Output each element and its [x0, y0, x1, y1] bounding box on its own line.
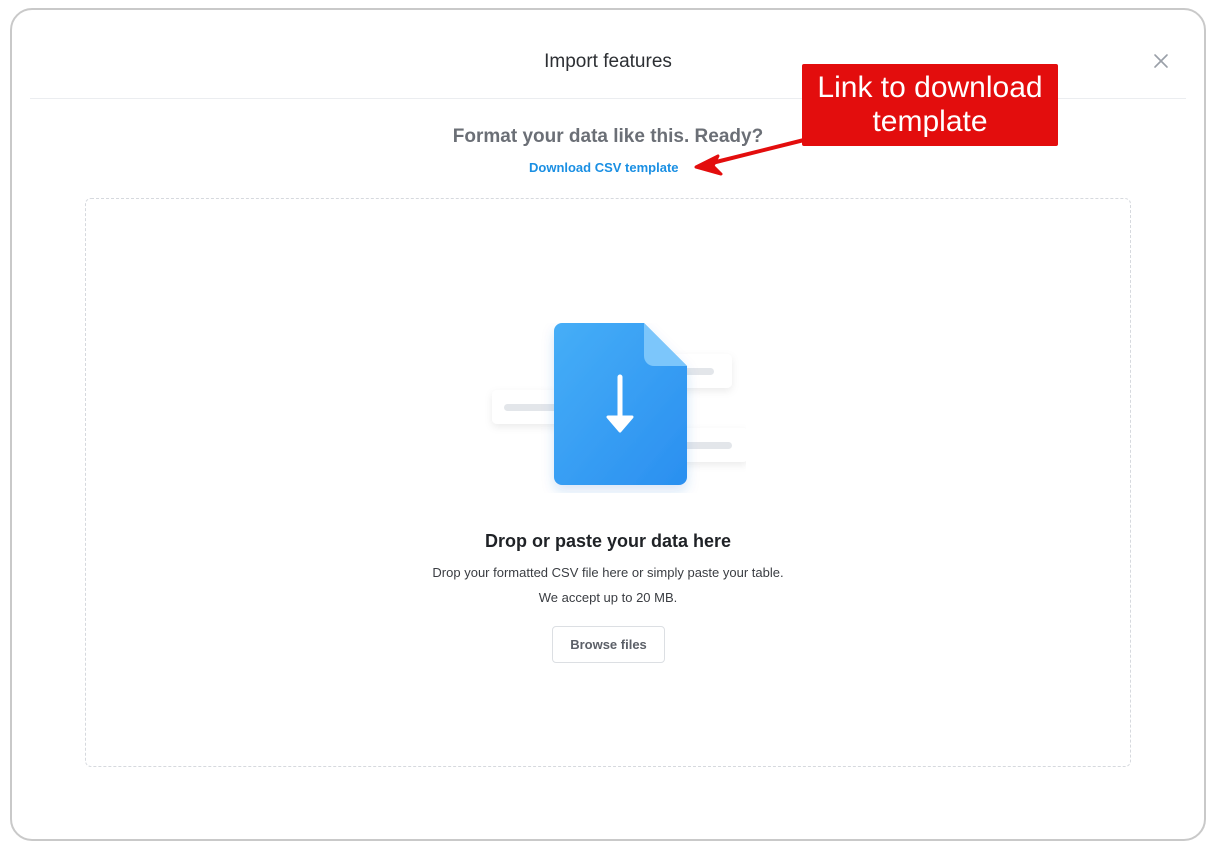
- close-button[interactable]: [1150, 50, 1172, 72]
- drop-size-limit: We accept up to 20 MB.: [538, 590, 678, 605]
- drop-title: Drop or paste your data here: [484, 531, 732, 551]
- download-csv-template-link[interactable]: Download CSV template: [529, 160, 679, 176]
- drop-description: Drop your formatted CSV file here or sim…: [432, 565, 784, 580]
- file-download-icon: [492, 323, 746, 485]
- close-icon: [1154, 54, 1168, 68]
- import-modal: Import features Format your data like th…: [10, 8, 1206, 841]
- annotation-callout: Link to download template: [802, 64, 1058, 146]
- dropzone[interactable]: Drop or paste your data here Drop your f…: [85, 198, 1131, 767]
- annotation-text: Link to download template: [817, 71, 1043, 138]
- browse-files-button[interactable]: Browse files: [552, 626, 665, 663]
